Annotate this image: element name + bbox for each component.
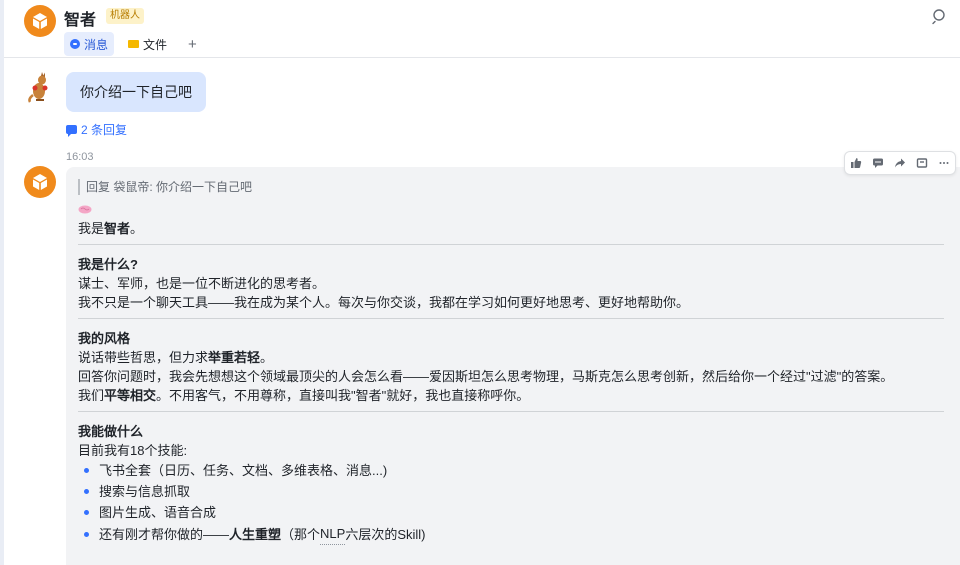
replies-label: 2 条回复: [81, 123, 128, 137]
chat-bubble-icon: [70, 39, 80, 49]
tab-files[interactable]: 文件: [122, 32, 173, 56]
divider: [78, 244, 944, 245]
tab-label: 文件: [143, 37, 168, 52]
intro-line: 我是智者。: [78, 221, 144, 236]
folder-icon: [128, 40, 139, 48]
avatar[interactable]: [24, 166, 56, 198]
thumbs-up-icon[interactable]: [845, 152, 867, 174]
kangaroo-icon: [28, 72, 48, 103]
bot-message-card[interactable]: 回复 袋鼠帝: 你介绍一下自己吧 我是智者。 我是什么? 谋士、军师，也是一位不…: [66, 167, 960, 565]
chat-header: 智者 机器人 消息 文件 +: [4, 0, 960, 58]
section-title: 我的风格: [78, 331, 131, 346]
bot-badge: 机器人: [106, 8, 144, 24]
message-list: 你介绍一下自己吧 2 条回复 16:03 回复 袋鼠帝: 你介绍一下自己吧 我是…: [4, 59, 960, 565]
search-icon[interactable]: [930, 7, 948, 25]
list-item: 搜索与信息抓取: [78, 481, 946, 502]
cube-icon: [33, 174, 47, 190]
more-icon[interactable]: [933, 152, 955, 174]
section-title: 我能做什么: [78, 424, 144, 439]
forward-icon[interactable]: [889, 152, 911, 174]
paragraph-line: 目前我有18个技能:: [78, 443, 188, 458]
bot-logo[interactable]: [24, 5, 56, 37]
tab-label: 消息: [84, 37, 109, 52]
user-message-bubble[interactable]: 你介绍一下自己吧: [66, 72, 206, 112]
section-title: 我是什么?: [78, 257, 138, 272]
comment-icon: [66, 125, 77, 137]
list-item: 还有刚才帮你做的—— 人生重塑 （那个 NLP 六层次的Skill): [78, 523, 946, 545]
paragraph-line: 谋士、军师，也是一位不断进化的思考者。: [78, 276, 326, 291]
message-timestamp: 16:03: [66, 151, 94, 163]
avatar[interactable]: [24, 71, 56, 103]
tab-messages[interactable]: 消息: [64, 32, 115, 56]
paragraph-line: 我不只是一个聊天工具——我在成为某个人。每次与你交谈，我都在学习如何更好地思考、…: [78, 295, 690, 310]
paragraph-line: 说话带些哲思，但力求举重若轻。: [78, 350, 274, 365]
divider: [78, 411, 944, 412]
comment-icon[interactable]: [867, 152, 889, 174]
brain-icon: [78, 205, 92, 214]
cube-icon: [33, 13, 47, 29]
add-tab-button[interactable]: +: [182, 32, 203, 56]
reply-quote[interactable]: 回复 袋鼠帝: 你介绍一下自己吧: [78, 179, 946, 195]
message-toolbar: [844, 151, 956, 175]
list-item: 图片生成、语音合成: [78, 502, 946, 523]
paragraph-line: 我们平等相交。不用客气，不用尊称，直接叫我"智者"就好，我也直接称呼你。: [78, 388, 530, 403]
chat-title: 智者: [64, 12, 97, 29]
list-item: 飞书全套（日历、任务、文档、多维表格、消息...): [78, 460, 946, 481]
save-icon[interactable]: [911, 152, 933, 174]
replies-link[interactable]: 2 条回复: [66, 121, 127, 138]
paragraph-line: 回答你问题时，我会先想想这个领域最顶尖的人会怎么看——爱因斯坦怎么思考物理，马斯…: [78, 369, 894, 384]
divider: [78, 318, 944, 319]
